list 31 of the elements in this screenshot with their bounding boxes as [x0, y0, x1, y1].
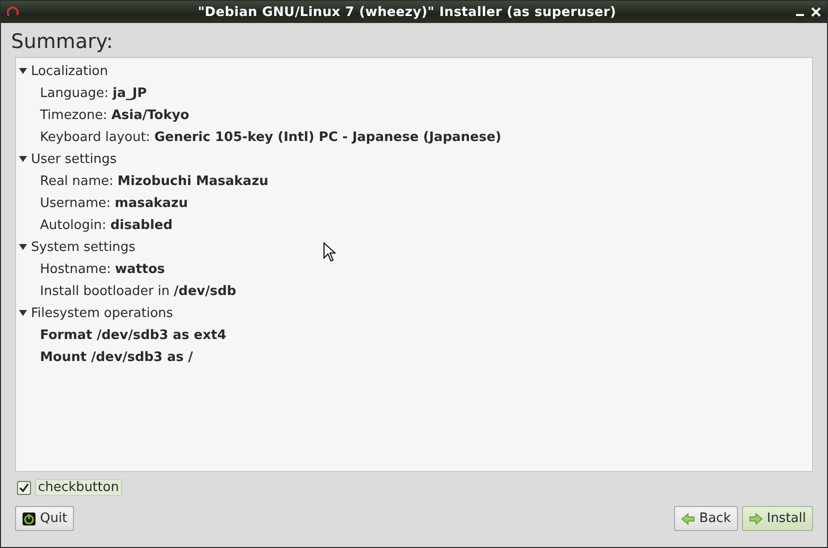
- setting-text: Keyboard layout: Generic 105-key (Intl) PC - Japanese (Japanese): [40, 130, 502, 144]
- left-arrow-icon: [681, 512, 696, 524]
- window-title: "Debian GNU/Linux 7 (wheezy)" Installer (as superuser): [196, 4, 618, 20]
- setting-text: Username: masakazu: [40, 196, 188, 210]
- group-label[interactable]: User settings: [31, 152, 117, 166]
- back-button[interactable]: Back: [674, 506, 738, 531]
- setting-text: Real name: Mizobuchi Masakazu: [40, 174, 268, 188]
- app-icon: [7, 6, 19, 18]
- setting-text: Language: ja_JP: [40, 86, 147, 100]
- group-label[interactable]: Localization: [31, 64, 108, 78]
- expander-icon[interactable]: [19, 67, 27, 75]
- setting-text: Timezone: Asia/Tokyo: [40, 108, 190, 122]
- operation-text: Mount /dev/sdb3 as /: [40, 350, 193, 364]
- checkbox[interactable]: [17, 480, 31, 494]
- checkbox-label[interactable]: checkbutton: [35, 479, 122, 496]
- install-button[interactable]: Install: [742, 506, 813, 531]
- group-label[interactable]: System settings: [31, 240, 136, 254]
- expander-icon[interactable]: [19, 243, 27, 251]
- quit-button[interactable]: Quit: [15, 506, 74, 531]
- summary-heading: Summary:: [11, 29, 113, 53]
- group-label[interactable]: Filesystem operations: [31, 306, 174, 320]
- close-icon[interactable]: [811, 7, 821, 17]
- expander-icon[interactable]: [19, 309, 27, 317]
- expander-icon[interactable]: [19, 155, 27, 163]
- setting-text: Hostname: wattos: [40, 262, 165, 276]
- setting-text: Install bootloader in /dev/sdb: [40, 284, 236, 298]
- power-icon: [22, 512, 36, 526]
- right-arrow-icon: [748, 512, 763, 524]
- operation-text: Format /dev/sdb3 as ext4: [40, 328, 226, 342]
- setting-text: Autologin: disabled: [40, 218, 173, 232]
- pointer-icon: [323, 242, 336, 262]
